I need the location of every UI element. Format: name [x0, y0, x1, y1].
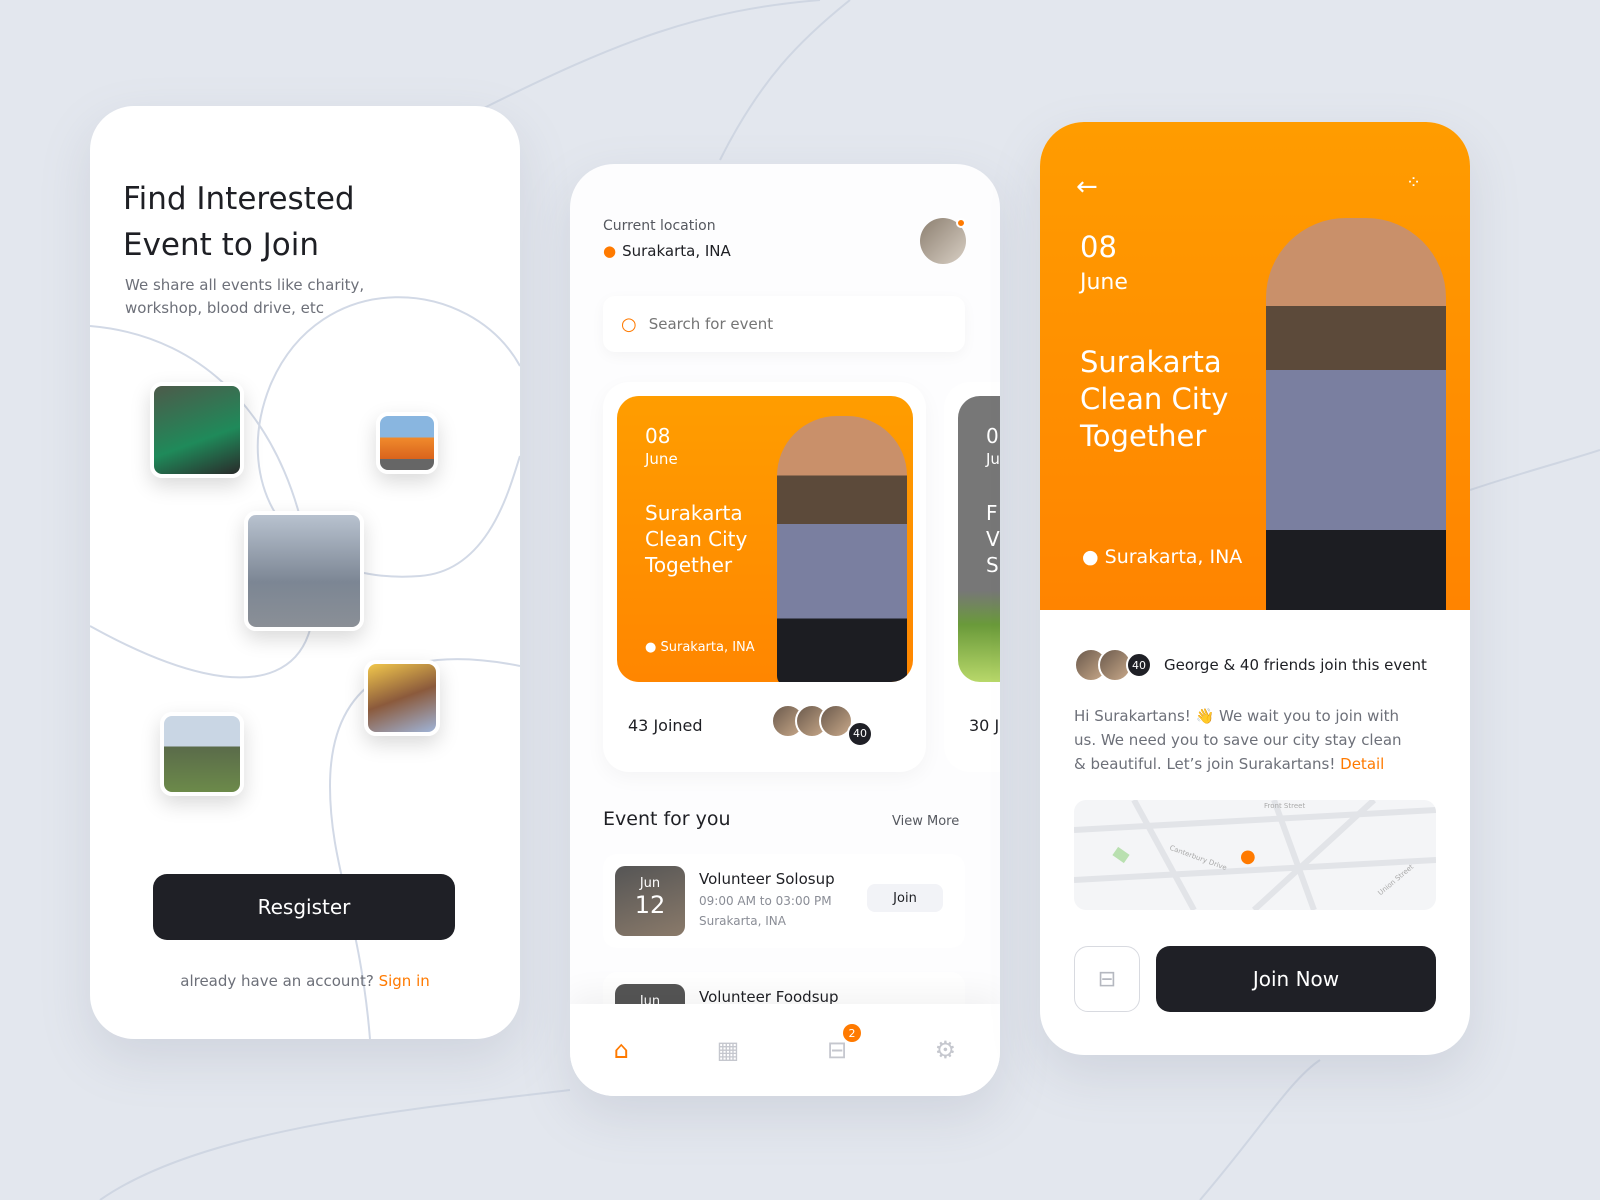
next-title-line: F: [986, 501, 998, 525]
featured-title-line: Together: [645, 553, 733, 577]
home-icon[interactable]: ⌂: [614, 1036, 629, 1064]
next-event-card[interactable]: 09 Ju F V S 30 J: [944, 382, 1000, 772]
join-button[interactable]: Join: [867, 884, 943, 912]
featured-event-card[interactable]: 08 June Surakarta Clean City Together ● …: [603, 382, 926, 772]
next-month: Ju: [986, 450, 1000, 468]
bookmark-badge: 2: [843, 1024, 862, 1042]
featured-person-photo: [777, 416, 907, 682]
next-joined: 30 J: [969, 716, 1000, 735]
location-pin-icon: ●: [603, 242, 617, 260]
building-photo: [244, 511, 364, 631]
onboarding-subtitle-line2: workshop, blood drive, etc: [125, 299, 325, 317]
friends-text: George & 40 friends join this event: [1164, 656, 1427, 674]
next-title-line: V: [986, 527, 1000, 551]
featured-event-banner: 08 June Surakarta Clean City Together ● …: [617, 396, 913, 682]
detail-title-line: Clean City: [1080, 382, 1229, 416]
featured-joined: 43 Joined: [628, 716, 703, 735]
bookmark-icon[interactable]: ⊟ 2: [827, 1024, 862, 1064]
location-map[interactable]: Front Street Canterbury Drive Union Stre…: [1074, 800, 1436, 910]
event-month: Jun: [639, 876, 661, 891]
featured-location-text: Surakarta, INA: [660, 640, 755, 655]
notification-dot: [956, 218, 966, 228]
next-title-line: S: [986, 553, 999, 577]
detail-title-line: Together: [1080, 419, 1207, 453]
location-selector[interactable]: ● Surakarta, INA: [603, 242, 731, 260]
home-screen: Current location ● Surakarta, INA ○ 08 J…: [570, 164, 1000, 1096]
detail-link[interactable]: Detail: [1340, 755, 1384, 773]
featured-avatars: 40: [771, 704, 873, 747]
signin-prompt: already have an account?: [180, 972, 374, 990]
friends-count-badge: 40: [847, 720, 873, 747]
detail-month: June: [1080, 270, 1128, 295]
event-description: Hi Surakartans! 👋 We wait you to join wi…: [1074, 704, 1404, 776]
back-arrow-icon[interactable]: ←: [1076, 172, 1098, 202]
featured-location: ● Surakarta, INA: [645, 640, 755, 655]
event-time: 09:00 AM to 03:00 PM: [699, 894, 832, 908]
woman-photo: [364, 660, 440, 736]
event-location: Surakarta, INA: [699, 914, 786, 928]
detail-person-photo: [1266, 218, 1446, 610]
group-photo: [160, 712, 244, 796]
event-detail-screen: ← ⁘ 08 June Surakarta Clean City Togethe…: [1040, 122, 1470, 1055]
view-more-link[interactable]: View More: [892, 814, 959, 829]
detail-location-text: Surakarta, INA: [1104, 546, 1243, 568]
detail-day: 08: [1080, 230, 1117, 264]
search-input[interactable]: [648, 315, 929, 333]
search-bar[interactable]: ○: [603, 296, 965, 352]
detail-location: ● Surakarta, INA: [1082, 546, 1242, 568]
detail-hero: ← ⁘ 08 June Surakarta Clean City Togethe…: [1040, 122, 1470, 610]
map-label: Front Street: [1264, 802, 1306, 810]
bottom-nav: ⌂ ▦ ⊟ 2 ⚙: [570, 1004, 1000, 1096]
onboarding-title-line2: Event to Join: [123, 227, 320, 263]
featured-day: 08: [645, 424, 671, 448]
friends-count-badge: 40: [1126, 652, 1152, 678]
register-button[interactable]: Resgister: [153, 874, 455, 940]
onboarding-screen: Find Interested Event to Join We share a…: [90, 106, 520, 1039]
location-pin-icon: ●: [1082, 546, 1099, 568]
next-day: 09: [986, 424, 1000, 448]
event-day: 12: [634, 891, 666, 919]
grid-icon[interactable]: ▦: [717, 1036, 740, 1064]
friends-joined-row: 40 George & 40 friends join this event: [1074, 648, 1427, 682]
bookmark-icon: ⊟: [1097, 966, 1117, 992]
onboarding-subtitle-line1: We share all events like charity,: [125, 276, 365, 294]
section-title: Event for you: [603, 808, 731, 830]
featured-title-line: Clean City: [645, 527, 748, 551]
search-icon: ○: [621, 313, 637, 335]
event-list-item[interactable]: Jun 12 Volunteer Solosup 09:00 AM to 03:…: [603, 854, 965, 948]
featured-title-line: Surakarta: [645, 501, 743, 525]
featured-month: June: [645, 450, 678, 468]
more-options-icon[interactable]: ⁘: [1406, 172, 1423, 193]
bookmark-button[interactable]: ⊟: [1074, 946, 1140, 1012]
van-photo: [376, 412, 438, 474]
gear-icon[interactable]: ⚙: [935, 1036, 957, 1064]
join-now-button[interactable]: Join Now: [1156, 946, 1436, 1012]
event-title: Volunteer Solosup: [699, 870, 835, 888]
map-pin-icon: ●: [1240, 846, 1256, 867]
location-value: Surakarta, INA: [622, 242, 731, 260]
location-label: Current location: [603, 218, 716, 234]
detail-title-line: Surakarta: [1080, 345, 1222, 379]
volunteer-photo: [150, 382, 244, 478]
onboarding-title-line1: Find Interested: [123, 181, 355, 217]
signin-link[interactable]: Sign in: [379, 972, 430, 990]
